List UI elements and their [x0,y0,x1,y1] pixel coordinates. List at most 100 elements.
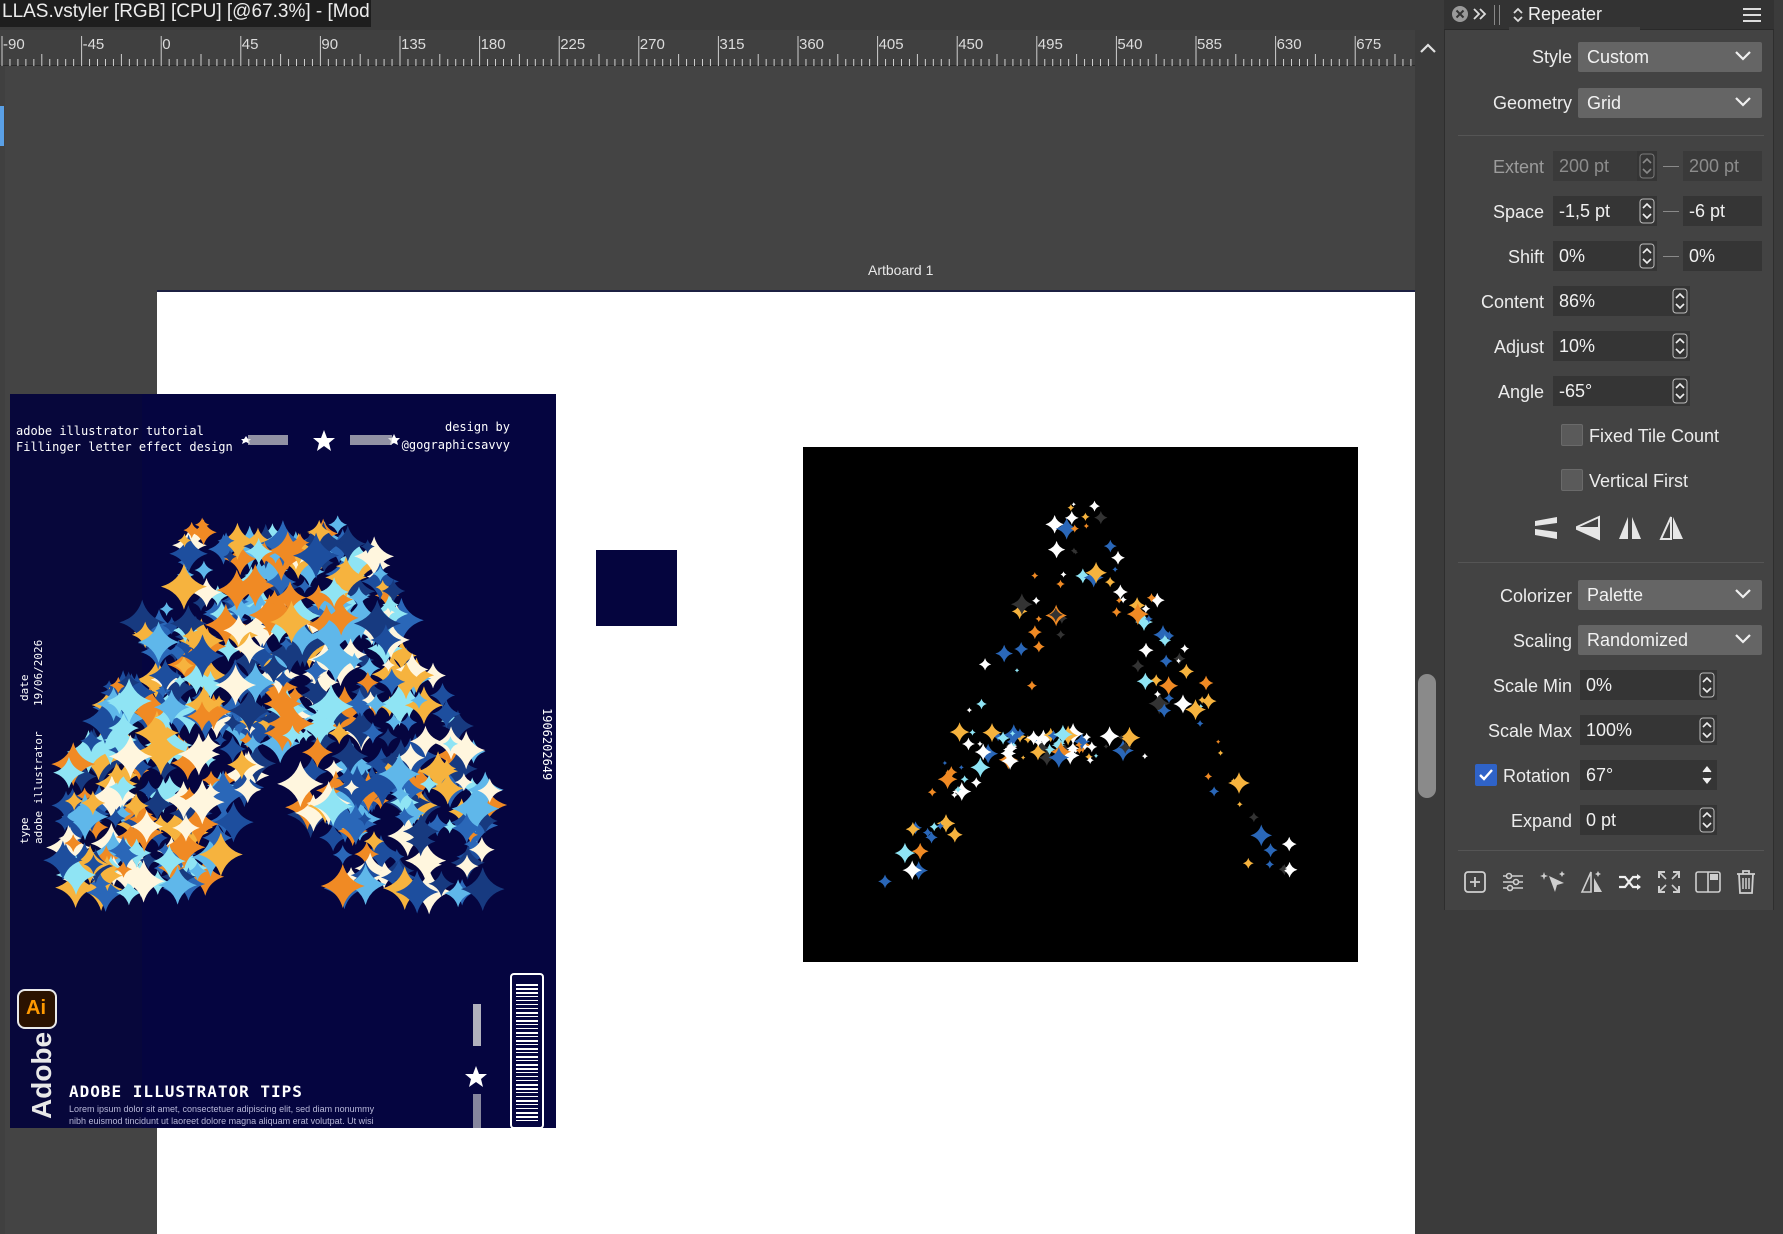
rotation-checkbox[interactable] [1475,764,1497,786]
hamburger-icon[interactable] [1742,6,1762,24]
ai-logo: Ai [17,989,57,1029]
sparse-letter-a-artwork[interactable] [803,447,1358,962]
barcode-bar [516,1112,538,1114]
updown-icon[interactable] [1512,6,1524,24]
ruler-selection-marker [0,106,4,146]
add-icon[interactable] [1463,870,1487,894]
panel-tab-title[interactable]: Repeater [1528,4,1602,25]
expand-stepper[interactable] [1697,805,1717,835]
colorizer-dropdown[interactable]: Palette [1578,580,1762,610]
ruler-label: 675 [1356,36,1382,53]
angle-field[interactable]: -65° [1553,376,1670,406]
star-shape [1026,680,1037,691]
scale-min-label: Scale Min [1492,676,1572,696]
barcode-bar [516,1016,538,1017]
star-shape [976,698,987,710]
poster-type-value: adobe illustrator [32,731,45,844]
close-icon[interactable] [1451,5,1469,23]
poster-artwork[interactable]: adobe illustrator tutorial Fillinger let… [10,394,556,1128]
star-shape [1178,663,1195,680]
star-shape [1085,561,1107,584]
barcode-bar [516,1060,538,1061]
star-shape [1250,824,1273,847]
barcode-bar [516,1056,538,1058]
flip-skew-icon[interactable] [1659,515,1685,541]
content-stepper[interactable] [1670,286,1690,316]
star-shape [332,844,353,865]
perspective-icon[interactable] [1575,515,1601,541]
shift-x-stepper[interactable] [1637,241,1657,271]
star-shape [1173,652,1186,665]
shuffle-icon[interactable] [1617,870,1643,894]
barcode-bar [516,1108,538,1109]
scale-min-field[interactable]: 0% [1580,670,1697,700]
split-panel-icon[interactable] [1695,870,1721,894]
space-x-field[interactable]: -1,5 pt [1553,196,1637,226]
trash-icon[interactable] [1735,869,1757,895]
poster-footer-line-2: nibh euismod tincidunt ut laoreet dolore… [69,1116,374,1126]
horizontal-ruler[interactable]: -90 -45 0 45 90 135 180 225 270 315 360 405 450 495 54… [0,30,1415,66]
barcode-bar [516,1008,538,1009]
style-dropdown[interactable]: Custom [1578,42,1762,72]
chevron-down-icon [1735,589,1751,599]
scale-max-stepper[interactable] [1697,715,1717,745]
adjust-field[interactable]: 10% [1553,331,1670,361]
vertical-first-checkbox[interactable] [1561,469,1583,491]
vertical-first-label[interactable]: Vertical First [1589,471,1688,492]
star-shape [1014,641,1029,656]
geometry-dropdown[interactable]: Grid [1578,88,1762,118]
angle-stepper[interactable] [1670,376,1690,406]
double-chevron-icon[interactable] [1472,6,1488,22]
star-shape [1027,625,1042,640]
star-shape [1103,539,1117,553]
sparkle-pointer-icon[interactable] [1540,870,1566,894]
content-field[interactable]: 86% [1553,286,1670,316]
scaling-dropdown[interactable]: Randomized [1578,625,1762,655]
fixed-tile-count-checkbox[interactable] [1561,424,1583,446]
navy-swatch-shape[interactable] [596,550,677,626]
star-shape [320,863,365,908]
ruler-label: 270 [639,36,665,53]
star-shape [1104,576,1116,588]
ruler-label: 0 [162,36,171,53]
flip-horizontal-icon[interactable] [1617,515,1643,541]
scale-min-stepper[interactable] [1697,670,1717,700]
adjust-stepper[interactable] [1670,331,1690,361]
star-shape [1217,750,1224,756]
star-shape [1020,755,1026,760]
extent-width-stepper[interactable] [1637,151,1657,181]
shift-x-field[interactable]: 0% [1553,241,1637,271]
barcode-bar [516,1052,538,1053]
link-dash [1663,256,1679,257]
space-x-stepper[interactable] [1637,196,1657,226]
shift-label: Shift [1507,247,1544,267]
expand-field[interactable]: 0 pt [1580,805,1697,835]
extent-label: Extent [1492,157,1544,177]
shift-y-field[interactable]: 0% [1683,241,1762,271]
star-letter-a-artwork [43,430,544,1128]
vertical-scrollbar[interactable] [1415,66,1445,1234]
space-y-field[interactable]: -6 pt [1683,196,1762,226]
extent-width-field[interactable]: 200 pt [1553,151,1637,181]
sliders-icon[interactable] [1501,870,1525,894]
ruler-label: 135 [401,36,427,53]
star-shape [1196,720,1204,727]
star-shape [1112,566,1118,573]
barcode-bar [516,1004,538,1005]
fixed-tile-count-label[interactable]: Fixed Tile Count [1589,426,1719,447]
star-shape [1112,584,1128,600]
scrollbar-thumb[interactable] [1418,674,1436,798]
poster-footer-line-1: Lorem ipsum dolor sit amet, consectetuer… [69,1104,375,1114]
star-shape [905,822,921,837]
collapse-chevron-icon[interactable] [1418,41,1438,55]
rotation-field[interactable]: 67° [1580,760,1697,790]
rotation-stepper[interactable] [1697,760,1717,790]
flip-sparkle-icon[interactable] [1580,870,1604,894]
extent-height-field[interactable]: 200 pt [1683,151,1762,181]
scale-max-field[interactable]: 100% [1580,715,1697,745]
skew-left-icon[interactable] [1533,515,1559,541]
star-shape [1180,644,1190,654]
star-shape [1281,836,1297,852]
expand-arrows-icon[interactable] [1657,870,1681,894]
document-title: LLAS.vstyler [RGB] [CPU] [@67.3%] - [Mod… [0,0,371,27]
